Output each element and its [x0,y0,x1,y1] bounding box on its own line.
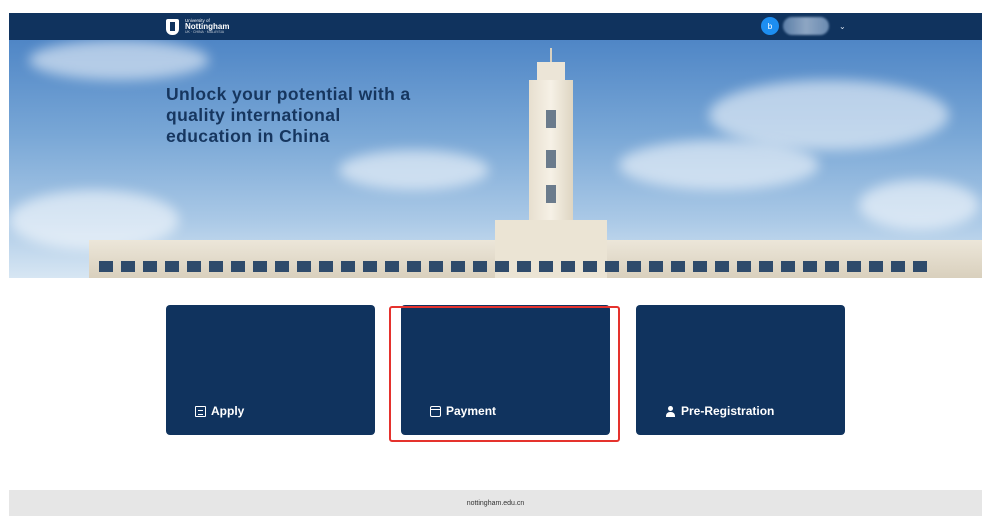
logo-text: University of Nottingham UK · CHINA · MA… [185,18,229,35]
apply-card-label-row: Apply [195,404,244,418]
logo-line-3: UK · CHINA · MALAYSIA [185,30,225,34]
footer-link[interactable]: nottingham.edu.cn [467,500,525,507]
cloud-shape [339,150,489,190]
user-name-blurred [783,17,829,35]
chevron-down-icon[interactable]: ⌄ [839,22,846,31]
tower-window [546,150,556,168]
top-navigation-bar: University of Nottingham UK · CHINA · MA… [9,13,982,40]
apply-card[interactable]: Apply [166,305,375,435]
pre-registration-card[interactable]: Pre-Registration [636,305,845,435]
hero-banner: Unlock your potential with a quality int… [9,40,982,278]
cloud-shape [29,40,209,80]
hero-headline: Unlock your potential with a quality int… [166,84,411,146]
tower-window [546,110,556,128]
person-icon [665,405,676,417]
cloud-shape [619,140,819,190]
university-logo[interactable]: University of Nottingham UK · CHINA · MA… [166,13,229,40]
user-menu[interactable]: b ⌄ [761,17,846,35]
crest-icon [166,18,179,35]
pre-registration-card-label-row: Pre-Registration [665,404,774,418]
page: University of Nottingham UK · CHINA · MA… [0,0,991,516]
payment-card[interactable]: Payment [401,305,610,435]
payment-card-label: Payment [446,404,497,418]
document-icon [195,405,206,417]
avatar[interactable]: b [761,17,779,35]
credit-card-icon [430,405,441,417]
payment-card-label-row: Payment [430,404,496,418]
footer: nottingham.edu.cn [9,490,982,516]
tower-window [546,185,556,203]
cloud-shape [859,180,979,230]
pre-registration-card-label: Pre-Registration [681,404,775,418]
cloud-shape [709,80,949,150]
apply-card-label: Apply [211,404,245,418]
building-windows [99,261,927,272]
